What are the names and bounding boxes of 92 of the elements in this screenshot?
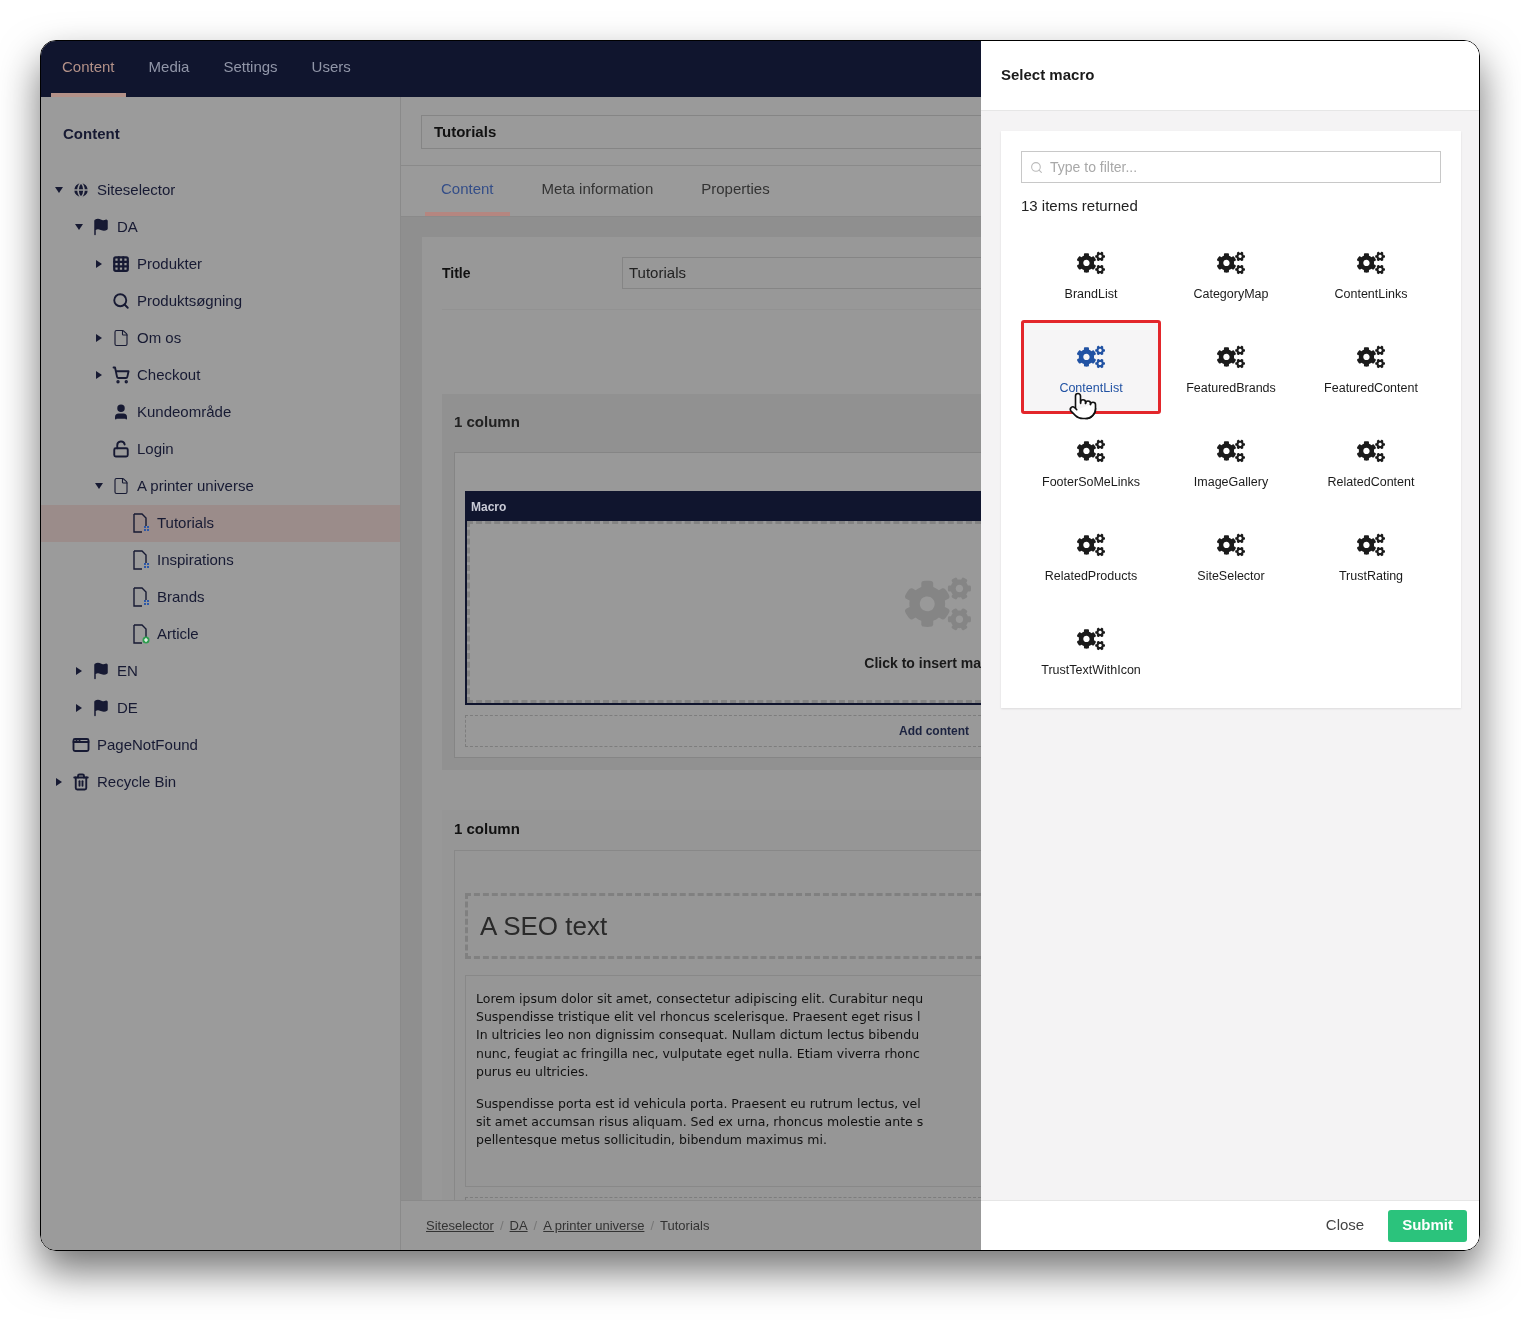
heading-editor[interactable]: A SEO text [465,893,981,959]
caret-right-icon[interactable] [96,371,102,379]
trash-icon [72,773,90,791]
caret-down-icon[interactable] [75,224,83,230]
add-content-button[interactable]: Add content [465,715,981,747]
paragraph-line: Suspendisse tristique elit vel rhoncus scelerisque. Praesent eget risus l [476,1008,922,1027]
hand-cursor-icon [1068,390,1098,421]
caret-down-icon[interactable] [95,483,103,489]
macro-block[interactable]: Macro Click to insert ma [465,491,981,705]
tree-item[interactable]: Om os [41,319,400,357]
caret-down-icon[interactable] [55,187,63,193]
caret-right-icon[interactable] [76,667,82,675]
caret-right-icon[interactable] [96,334,102,342]
list-page-icon [132,587,150,607]
list-page-icon [132,513,150,533]
tree-item[interactable]: EN [41,652,400,690]
macro-item[interactable]: BrandList [1021,225,1161,320]
tree-item[interactable]: Inspirations [41,541,400,579]
search-icon [1030,161,1043,174]
macro-item[interactable]: TrustRating [1301,507,1441,602]
caret-right-icon[interactable] [96,260,102,268]
tree-item[interactable]: Siteselector [41,171,400,209]
section-heading: 1 column [454,818,521,839]
name-field[interactable]: Tutorials [421,115,981,149]
breadcrumb-separator: / [533,1216,538,1235]
nav-tab[interactable]: Settings [212,41,289,97]
paragraph-line: sit amet accumsan risus aliquam. Sed ex urna, rhoncus molestie ante s [476,1113,925,1132]
flag-icon [92,699,110,717]
editor-tab[interactable]: Properties [685,166,786,216]
cart-icon [112,366,130,384]
macro-item[interactable]: RelatedContent [1301,413,1441,508]
grid-icon [112,255,130,273]
macro-item[interactable]: ImageGallery [1161,413,1301,508]
paragraph-line: Lorem ipsum dolor sit amet, consectetur adipiscing elit. Curabitur nequ [476,990,925,1008]
result-count: 13 items returned [1021,196,1139,216]
breadcrumb-link[interactable]: Siteselector [426,1215,494,1236]
macro-item[interactable]: CategoryMap [1161,225,1301,320]
close-button[interactable]: Close [1317,1209,1373,1242]
unlock-icon [112,440,130,458]
macro-bar: Macro [467,493,981,521]
tree-item[interactable]: Recycle Bin [41,763,400,801]
filter-field[interactable]: Type to filter... [1021,151,1441,183]
macro-item[interactable]: ContentLinks [1301,225,1441,320]
macro-item[interactable]: TrustTextWithIcon [1021,601,1161,696]
page-icon [112,477,130,495]
macro-item[interactable]: FeaturedBrands [1161,319,1301,414]
paragraph-line: In ultricies leo non dignissim consequat. Nullam dictum lectus bibendu [476,1026,921,1045]
flag-icon [92,218,110,236]
tree-item[interactable]: PageNotFound [41,726,400,764]
tree-item[interactable]: Article [41,615,400,653]
field-label: Title [442,263,472,283]
tree-item[interactable]: DE [41,689,400,727]
user-icon [112,403,130,421]
nav-tab[interactable]: Media [137,41,201,97]
tree-item[interactable]: Login [41,430,400,468]
breadcrumb-separator: / [499,1216,504,1235]
paragraph-line: purus eu ultricies. [476,1062,590,1081]
breadcrumb-current: Tutorials [660,1216,710,1235]
insert-prompt: Click to insert ma [864,653,981,673]
tree-item[interactable]: DA [41,208,400,246]
section-heading: 1 column [454,411,521,432]
tree-item[interactable]: Kundeområde [41,393,400,431]
caret-right-icon[interactable] [56,778,62,786]
sidebar-heading: Content [62,124,121,144]
tree-item[interactable]: Brands [41,578,400,616]
title-input[interactable]: Tutorials [622,257,981,289]
tree-item[interactable]: Produkter [41,245,400,283]
tree-item[interactable]: Produktsøgning [41,282,400,320]
breadcrumb-link[interactable]: A printer universe [543,1215,645,1236]
macro-item[interactable]: FeaturedContent [1301,319,1441,414]
list-page-icon [132,550,150,570]
caret-right-icon[interactable] [76,704,82,712]
nav-tab[interactable]: Users [300,41,362,97]
editor-tab[interactable]: Meta information [525,166,670,216]
page-icon [112,329,130,347]
macro-item[interactable]: RelatedProducts [1021,507,1161,602]
paragraph-line: Suspendisse porta est id vehicula porta. Praesent eu rutrum lectus, vel [476,1095,922,1113]
dialog-title: Select macro [1001,65,1095,86]
macro-item[interactable]: FooterSoMeLinks [1021,413,1161,508]
breadcrumb-separator: / [650,1216,655,1235]
paragraph-line: pellentesque metus sollicitudin, bibendum maximus mi. [476,1131,828,1150]
search-icon [112,292,130,310]
tree-item[interactable]: Checkout [41,356,400,394]
macro-item[interactable]: SiteSelector [1161,507,1301,602]
new-page-icon [132,624,150,644]
globe-icon [72,181,90,199]
paragraph-line: nunc, feugiat ac fringilla nec, vulputate eget nulla. Etiam viverra rhonc [476,1044,921,1063]
tree-item[interactable]: A printer universe [41,467,400,505]
tree-item[interactable]: Tutorials [41,504,400,542]
seo-heading: A SEO text [480,909,608,943]
flag-icon [92,662,110,680]
breadcrumb-link[interactable]: DA [509,1215,528,1236]
